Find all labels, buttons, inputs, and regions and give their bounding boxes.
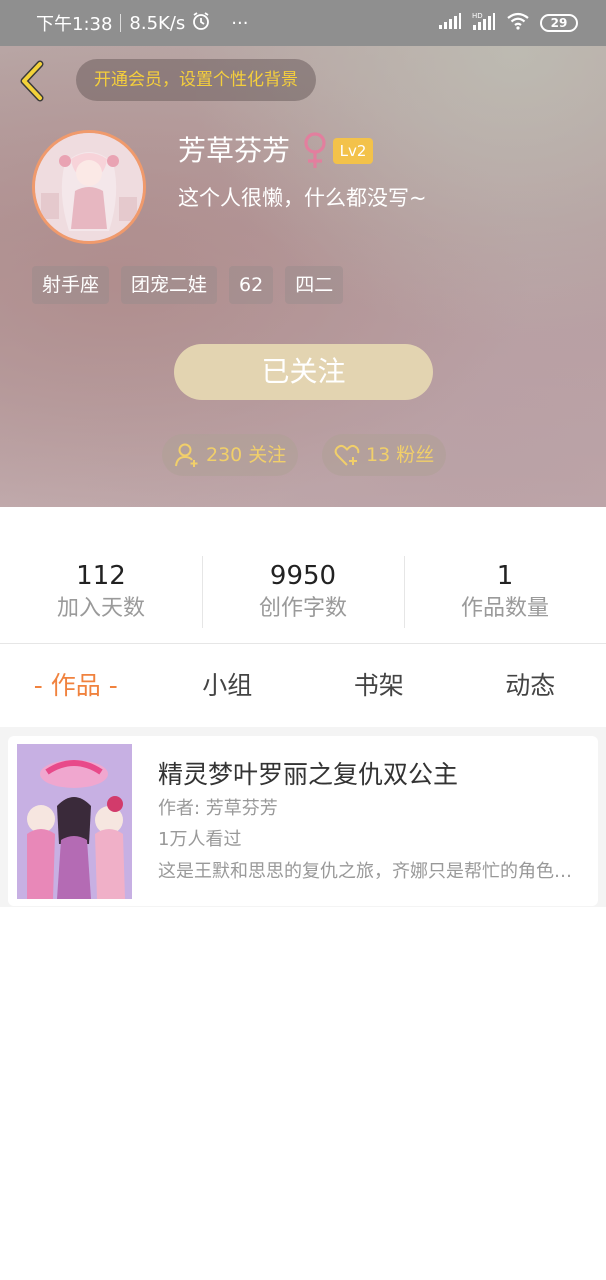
- work-description: 这是王默和思思的复仇之旅，齐娜只是帮忙的角色…: [158, 861, 572, 882]
- svg-text:HD: HD: [472, 12, 483, 20]
- alarm-icon: [191, 11, 211, 36]
- network-speed: 8.5K/s: [129, 12, 186, 34]
- tab-works[interactable]: - 作品 -: [0, 645, 152, 727]
- tab-groups[interactable]: 小组: [152, 645, 304, 727]
- following-count-button[interactable]: 230 关注: [162, 434, 299, 476]
- female-gender-icon: [301, 130, 329, 170]
- profile-tags: 射手座 团宠二娃 62 四二: [32, 266, 344, 304]
- stat-value: 112: [76, 561, 126, 591]
- username: 芳草芬芳: [178, 134, 291, 167]
- level-badge: Lv2: [333, 138, 373, 164]
- hd-signal-icon: HD: [472, 11, 496, 36]
- tab-bookshelf[interactable]: 书架: [303, 645, 455, 727]
- status-separator: [120, 14, 122, 32]
- work-cover-image: [17, 744, 132, 899]
- vip-background-prompt[interactable]: 开通会员，设置个性化背景: [76, 59, 316, 101]
- battery-indicator: 29: [540, 14, 578, 32]
- following-count: 230 关注: [206, 444, 287, 466]
- follow-button[interactable]: 已关注: [174, 344, 433, 400]
- tag-item: 射手座: [32, 266, 110, 304]
- status-bar: 下午1:38 8.5K/s ··· HD 29: [0, 0, 606, 46]
- back-arrow-icon: [20, 60, 44, 102]
- fans-count: 13 粉丝: [366, 444, 435, 466]
- avatar-illustration: [35, 133, 143, 241]
- fans-count-button[interactable]: 13 粉丝: [322, 434, 447, 476]
- work-title: 精灵梦叶罗丽之复仇双公主: [158, 760, 459, 789]
- tag-item: 62: [229, 266, 274, 304]
- back-button[interactable]: [14, 58, 50, 104]
- stats-row: 112 加入天数 9950 创作字数 1 作品数量: [0, 546, 606, 644]
- heart-add-icon: [334, 444, 360, 466]
- avatar[interactable]: [32, 130, 146, 244]
- stat-label: 加入天数: [56, 596, 145, 621]
- list-item[interactable]: 精灵梦叶罗丽之复仇双公主 作者: 芳草芬芳 1万人看过 这是王默和思思的复仇之旅…: [8, 736, 598, 906]
- tab-activity[interactable]: 动态: [455, 645, 606, 727]
- wifi-icon: [506, 12, 530, 35]
- stat-value: 9950: [269, 561, 337, 591]
- user-bio: 这个人很懒，什么都没写~: [178, 186, 427, 210]
- stat-value: 1: [496, 561, 514, 591]
- person-add-icon: [175, 443, 198, 467]
- stat-join-days: 112 加入天数: [0, 546, 202, 643]
- stat-works-count: 1 作品数量: [404, 546, 606, 643]
- work-views: 1万人看过: [158, 829, 242, 850]
- stat-word-count: 9950 创作字数: [202, 546, 404, 643]
- stat-label: 创作字数: [258, 596, 347, 621]
- profile-tabs: - 作品 - 小组 书架 动态: [0, 645, 606, 727]
- tag-item: 团宠二娃: [121, 266, 218, 304]
- more-notifications: ···: [231, 12, 249, 34]
- tag-item: 四二: [285, 266, 344, 304]
- signal-icon: [438, 12, 462, 35]
- stat-label: 作品数量: [460, 596, 549, 621]
- status-time: 下午1:38: [36, 14, 113, 35]
- work-author: 作者: 芳草芬芳: [158, 798, 278, 819]
